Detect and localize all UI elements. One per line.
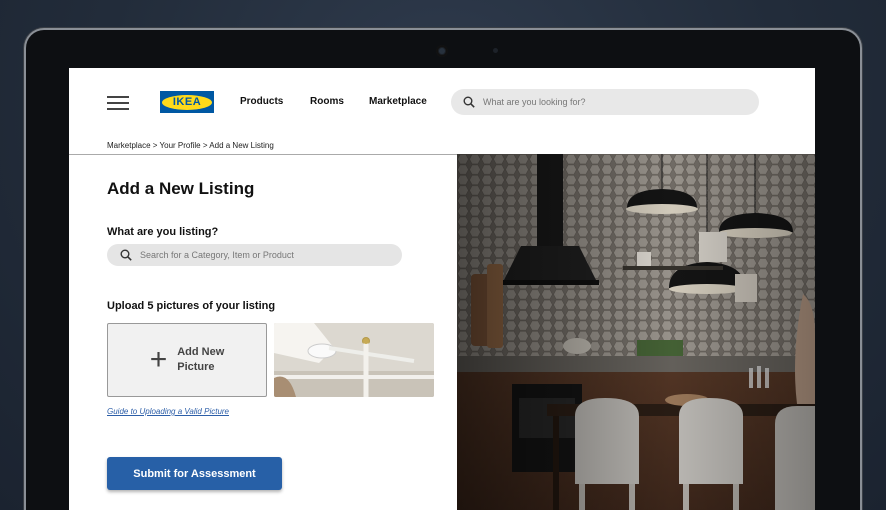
ikea-logo[interactable]: IKEA [160,91,214,113]
category-search-input[interactable]: Search for a Category, Item or Product [107,244,402,266]
nav-products[interactable]: Products [240,96,283,107]
add-picture-button[interactable]: + Add New Picture [107,323,267,397]
lamp-photo [274,323,434,397]
plus-icon: + [149,343,168,376]
camera-icon [436,45,448,57]
page-title: Add a New Listing [107,179,255,198]
tablet-frame: IKEA Products Rooms Marketplace What are… [26,30,860,510]
top-navigation: IKEA Products Rooms Marketplace What are… [69,68,815,154]
add-picture-label-line2: Picture [177,361,215,373]
kitchen-hero-image [457,154,815,510]
site-search-input[interactable]: What are you looking for? [451,89,759,115]
search-placeholder: What are you looking for? [483,97,586,107]
submit-for-assessment-button[interactable]: Submit for Assessment [107,457,282,490]
add-picture-label-line1: Add New [177,346,225,358]
search-icon [463,96,475,108]
listing-question-label: What are you listing? [107,226,219,238]
app-screen: IKEA Products Rooms Marketplace What are… [69,68,815,510]
logo-text: IKEA [162,94,212,110]
hamburger-menu-icon[interactable] [107,96,129,110]
breadcrumb[interactable]: Marketplace > Your Profile > Add a New L… [107,141,274,150]
upload-heading: Upload 5 pictures of your listing [107,300,276,312]
uploaded-picture-thumbnail[interactable] [274,323,434,397]
category-search-placeholder: Search for a Category, Item or Product [140,250,294,260]
guide-link[interactable]: Guide to Uploading a Valid Picture [107,407,229,416]
nav-rooms[interactable]: Rooms [310,96,344,107]
nav-marketplace[interactable]: Marketplace [369,96,427,107]
header-divider [69,154,457,155]
sensor-dot [493,48,498,53]
search-icon [120,249,132,261]
